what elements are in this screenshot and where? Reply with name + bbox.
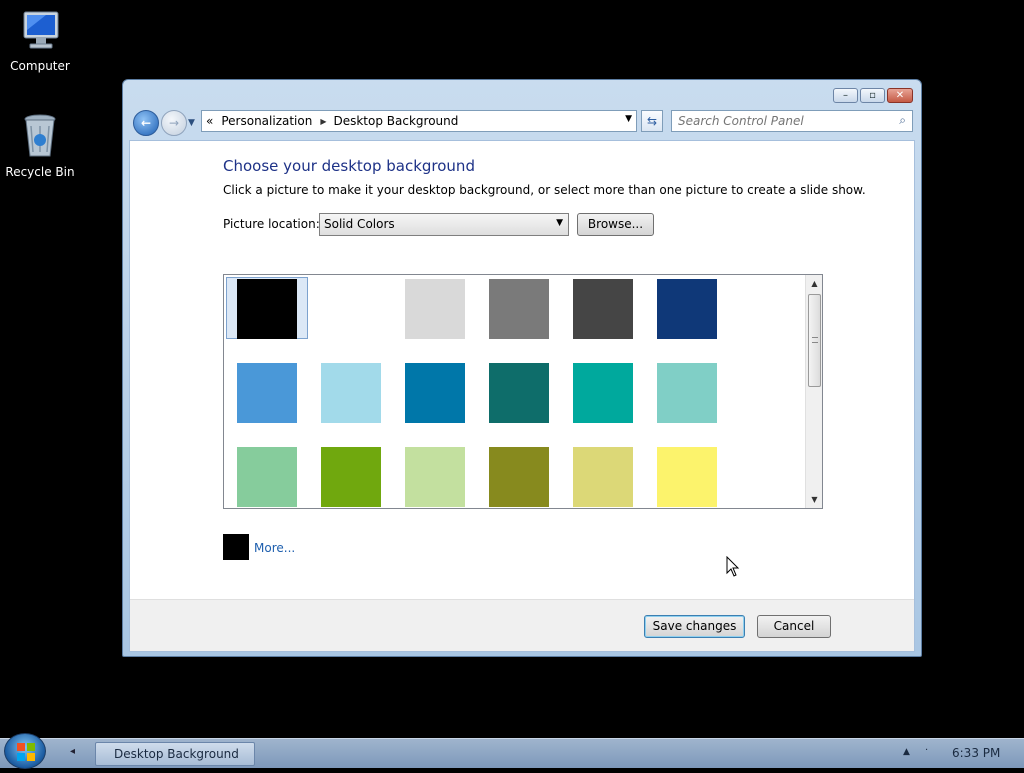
swatch-color-fill [657,363,717,423]
start-button[interactable] [4,733,46,769]
clock[interactable]: 6:33 PM [952,746,1000,760]
color-swatch[interactable] [225,360,309,444]
swatch-color-fill [321,363,381,423]
maximize-button[interactable]: ▫ [860,88,885,103]
maximize-icon: ▫ [869,90,876,101]
swatch-color-fill [321,447,381,507]
close-button[interactable]: ✕ [887,88,913,103]
swatch-color-fill [489,363,549,423]
browse-button[interactable]: Browse... [577,213,654,236]
swatch-color-fill [405,279,465,339]
taskbar-button-desktop-background[interactable]: Desktop Background [95,742,255,766]
swatch-color-fill [573,363,633,423]
swatch-color-fill [657,279,717,339]
desktop-icon-recycle-bin[interactable]: Recycle Bin [0,112,80,179]
color-swatch[interactable] [225,276,309,360]
breadcrumb-overflow-icon[interactable]: « [206,114,213,128]
scroll-thumb[interactable] [808,294,821,387]
content-pane: Choose your desktop background Click a p… [129,140,915,652]
chevron-down-icon: ▼ [556,218,563,228]
scroll-down-icon[interactable]: ▼ [806,491,822,508]
show-hidden-icons-icon[interactable]: ▲ [903,747,910,757]
search-box: ⌕ [671,110,913,132]
color-swatch[interactable] [645,360,729,444]
page-title: Choose your desktop background [223,157,475,175]
recycle-bin-icon [24,114,56,157]
mouse-cursor-icon [726,556,740,577]
breadcrumb-separator-icon[interactable]: ▶ [320,117,326,126]
refresh-button[interactable]: ⇆ [641,110,663,132]
color-swatch[interactable] [225,444,309,508]
save-changes-button[interactable]: Save changes [644,615,745,638]
more-colors-link[interactable]: More... [254,541,295,555]
address-bar[interactable]: « Personalization ▶ Desktop Background ▼ [201,110,637,132]
current-color-swatch[interactable] [223,534,249,560]
computer-icon [23,11,59,49]
color-swatch[interactable] [393,276,477,360]
swatch-grid: ▲ ▼ [223,274,823,509]
breadcrumb-desktop-background[interactable]: Desktop Background [333,114,458,128]
search-icon[interactable]: ⌕ [899,113,906,128]
desktop-icon-label: Recycle Bin [5,165,75,179]
forward-arrow-icon: → [168,116,180,130]
search-input[interactable] [672,111,882,131]
vertical-scrollbar[interactable]: ▲ ▼ [805,275,822,508]
quick-launch-arrow-icon[interactable]: ◂ [70,746,75,757]
picture-location-value: Solid Colors [324,217,395,231]
color-swatch[interactable] [477,360,561,444]
address-dropdown-icon[interactable]: ▼ [625,114,632,124]
desktop-background-window: – ▫ ✕ ← → ▼ « Personalization ▶ Desktop … [122,79,922,657]
swatch-color-fill [405,363,465,423]
minimize-button[interactable]: – [833,88,858,103]
color-swatch[interactable] [561,360,645,444]
back-button[interactable]: ← [133,110,159,136]
close-icon: ✕ [895,90,905,101]
swatch-color-fill [657,447,717,507]
color-swatch[interactable] [477,276,561,360]
swatch-color-fill [237,279,297,339]
desktop-icon-computer[interactable]: Computer [0,8,80,73]
color-swatch[interactable] [561,276,645,360]
swatch-color-fill [237,363,297,423]
navigation-bar: ← → ▼ « Personalization ▶ Desktop Backgr… [131,110,913,136]
swatch-color-fill [489,447,549,507]
breadcrumb-personalization[interactable]: Personalization [221,114,312,128]
color-swatch[interactable] [645,444,729,508]
footer-bar: Save changes Cancel [130,599,914,651]
recent-pages-dropdown-icon[interactable]: ▼ [188,118,195,128]
swatch-color-fill [405,447,465,507]
refresh-icon: ⇆ [646,114,658,128]
swatch-color-fill [237,447,297,507]
minimize-icon: – [843,90,848,101]
swatch-color-fill [573,447,633,507]
color-swatch[interactable] [309,444,393,508]
grip-icon [812,337,818,343]
caption-buttons: – ▫ ✕ [833,88,913,103]
color-swatch[interactable] [393,360,477,444]
notification-icon[interactable]: · [925,745,928,756]
swatch-color-fill [321,279,381,339]
picture-location-label: Picture location: [223,217,320,231]
scroll-up-icon[interactable]: ▲ [806,275,822,292]
forward-button[interactable]: → [161,110,187,136]
back-arrow-icon: ← [140,116,152,130]
taskbar: ◂ Desktop Background ▲ · 6:33 PM [0,733,1024,769]
instructions-text: Click a picture to make it your desktop … [223,183,866,197]
swatch-color-fill [573,279,633,339]
cancel-button[interactable]: Cancel [757,615,831,638]
desktop-icon-label: Computer [10,59,70,73]
swatch-color-fill [489,279,549,339]
windows-logo-icon [17,743,35,761]
color-swatch[interactable] [561,444,645,508]
color-swatch[interactable] [477,444,561,508]
color-swatch[interactable] [393,444,477,508]
color-swatch[interactable] [645,276,729,360]
picture-location-dropdown[interactable]: Solid Colors ▼ [319,213,569,236]
color-swatch[interactable] [309,276,393,360]
color-swatch[interactable] [309,360,393,444]
